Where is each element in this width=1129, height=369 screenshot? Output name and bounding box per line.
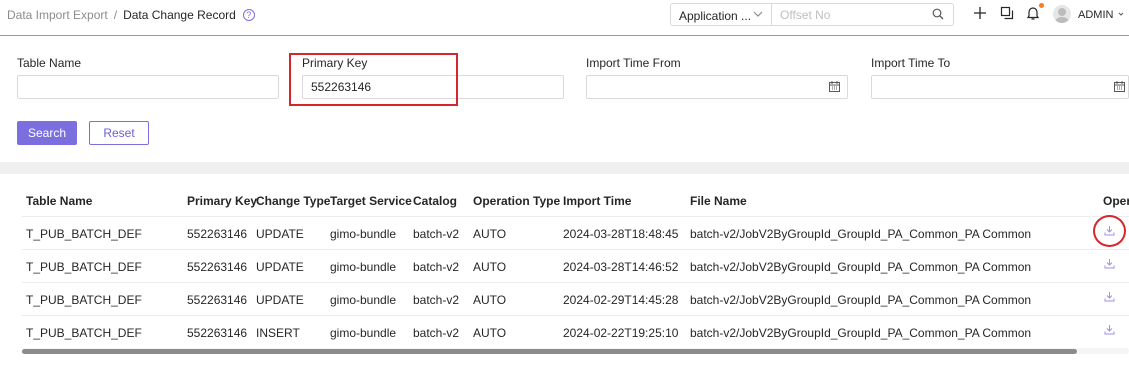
download-icon[interactable] bbox=[1104, 291, 1115, 302]
cell-operation-type: AUTO bbox=[473, 326, 507, 340]
calendar-icon[interactable] bbox=[829, 81, 840, 92]
table-name-label: Table Name bbox=[17, 56, 82, 70]
page-title: Data Change Record bbox=[123, 8, 236, 22]
cell-change-type: UPDATE bbox=[256, 293, 304, 307]
plus-icon[interactable] bbox=[972, 5, 988, 21]
horizontal-scrollbar-thumb[interactable] bbox=[22, 349, 1077, 354]
annotation-highlight-box bbox=[289, 53, 458, 106]
cell-catalog: batch-v2 bbox=[413, 227, 460, 241]
offset-no-input[interactable] bbox=[772, 3, 954, 26]
cell-change-type: UPDATE bbox=[256, 227, 304, 241]
cell-table-name: T_PUB_BATCH_DEF bbox=[26, 227, 142, 241]
cell-primary-key: 552263146 bbox=[187, 293, 248, 307]
reset-button[interactable]: Reset bbox=[89, 121, 149, 145]
cell-table-name: T_PUB_BATCH_DEF bbox=[26, 260, 142, 274]
column-header-table-name: Table Name bbox=[26, 194, 93, 208]
section-divider bbox=[0, 162, 1129, 174]
cell-import-time: 2024-02-22T19:25:10 bbox=[563, 326, 679, 340]
breadcrumb-parent-link[interactable]: Data Import Export bbox=[7, 8, 108, 22]
cell-target-service: gimo-bundle bbox=[330, 326, 397, 340]
cell-operation-type: AUTO bbox=[473, 260, 507, 274]
cell-target-service: gimo-bundle bbox=[330, 293, 397, 307]
cell-table-name: T_PUB_BATCH_DEF bbox=[26, 293, 142, 307]
download-icon[interactable] bbox=[1104, 258, 1115, 269]
column-header-import-time: Import Time bbox=[563, 194, 632, 208]
user-name[interactable]: ADMIN bbox=[1078, 9, 1113, 21]
import-time-from-label: Import Time From bbox=[586, 56, 681, 70]
breadcrumb-separator: / bbox=[113, 8, 118, 22]
notification-badge bbox=[1039, 3, 1044, 8]
cell-target-service: gimo-bundle bbox=[330, 227, 397, 241]
import-time-to-label: Import Time To bbox=[871, 56, 951, 70]
application-select-value: Application ... bbox=[679, 9, 752, 23]
search-icon[interactable] bbox=[932, 8, 944, 20]
table-name-input[interactable] bbox=[17, 75, 279, 99]
help-icon[interactable]: ? bbox=[242, 9, 255, 21]
cell-import-time: 2024-03-28T14:46:52 bbox=[563, 260, 679, 274]
column-header-primary-key: Primary Key bbox=[187, 194, 258, 208]
cell-primary-key: 552263146 bbox=[187, 326, 248, 340]
column-header-change-type: Change Type bbox=[256, 194, 331, 208]
cell-operation-type: AUTO bbox=[473, 227, 507, 241]
cell-table-name: T_PUB_BATCH_DEF bbox=[26, 326, 142, 340]
download-icon[interactable] bbox=[1104, 324, 1115, 335]
chevron-down-icon[interactable] bbox=[1118, 11, 1124, 17]
cell-primary-key: 552263146 bbox=[187, 260, 248, 274]
cell-target-service: gimo-bundle bbox=[330, 260, 397, 274]
cell-import-time: 2024-03-28T18:48:45 bbox=[563, 227, 679, 241]
column-header-target-service: Target Service bbox=[330, 194, 412, 208]
annotation-circle bbox=[1093, 215, 1126, 247]
top-bar: Data Import Export / Data Change Record … bbox=[0, 0, 1129, 36]
cell-primary-key: 552263146 bbox=[187, 227, 248, 241]
calendar-icon[interactable] bbox=[1114, 81, 1125, 92]
cell-file-name: batch-v2/JobV2ByGroupId_GroupId_PA_Commo… bbox=[690, 326, 1032, 340]
bell-icon[interactable] bbox=[1025, 5, 1041, 21]
import-time-to-input[interactable] bbox=[871, 75, 1129, 99]
cell-file-name: batch-v2/JobV2ByGroupId_GroupId_PA_Commo… bbox=[690, 293, 1032, 307]
column-header-operation-type: Operation Type bbox=[473, 194, 561, 208]
avatar[interactable] bbox=[1053, 5, 1071, 23]
cell-catalog: batch-v2 bbox=[413, 260, 460, 274]
breadcrumb: Data Import Export / Data Change Record … bbox=[7, 8, 255, 22]
cell-change-type: INSERT bbox=[256, 326, 300, 340]
search-button[interactable]: Search bbox=[17, 121, 77, 145]
import-time-from-input[interactable] bbox=[586, 75, 848, 99]
chevron-down-icon bbox=[753, 11, 763, 17]
copy-icon[interactable] bbox=[999, 5, 1015, 21]
cell-catalog: batch-v2 bbox=[413, 293, 460, 307]
column-header-catalog: Catalog bbox=[413, 194, 458, 208]
column-header-file-name: File Name bbox=[690, 194, 747, 208]
cell-operation-type: AUTO bbox=[473, 293, 507, 307]
cell-import-time: 2024-02-29T14:45:28 bbox=[563, 293, 679, 307]
cell-file-name: batch-v2/JobV2ByGroupId_GroupId_PA_Commo… bbox=[690, 227, 1032, 241]
cell-file-name: batch-v2/JobV2ByGroupId_GroupId_PA_Commo… bbox=[690, 260, 1032, 274]
application-select[interactable]: Application ... bbox=[670, 3, 772, 26]
cell-change-type: UPDATE bbox=[256, 260, 304, 274]
column-header-operation: Oper bbox=[1103, 194, 1129, 208]
cell-catalog: batch-v2 bbox=[413, 326, 460, 340]
